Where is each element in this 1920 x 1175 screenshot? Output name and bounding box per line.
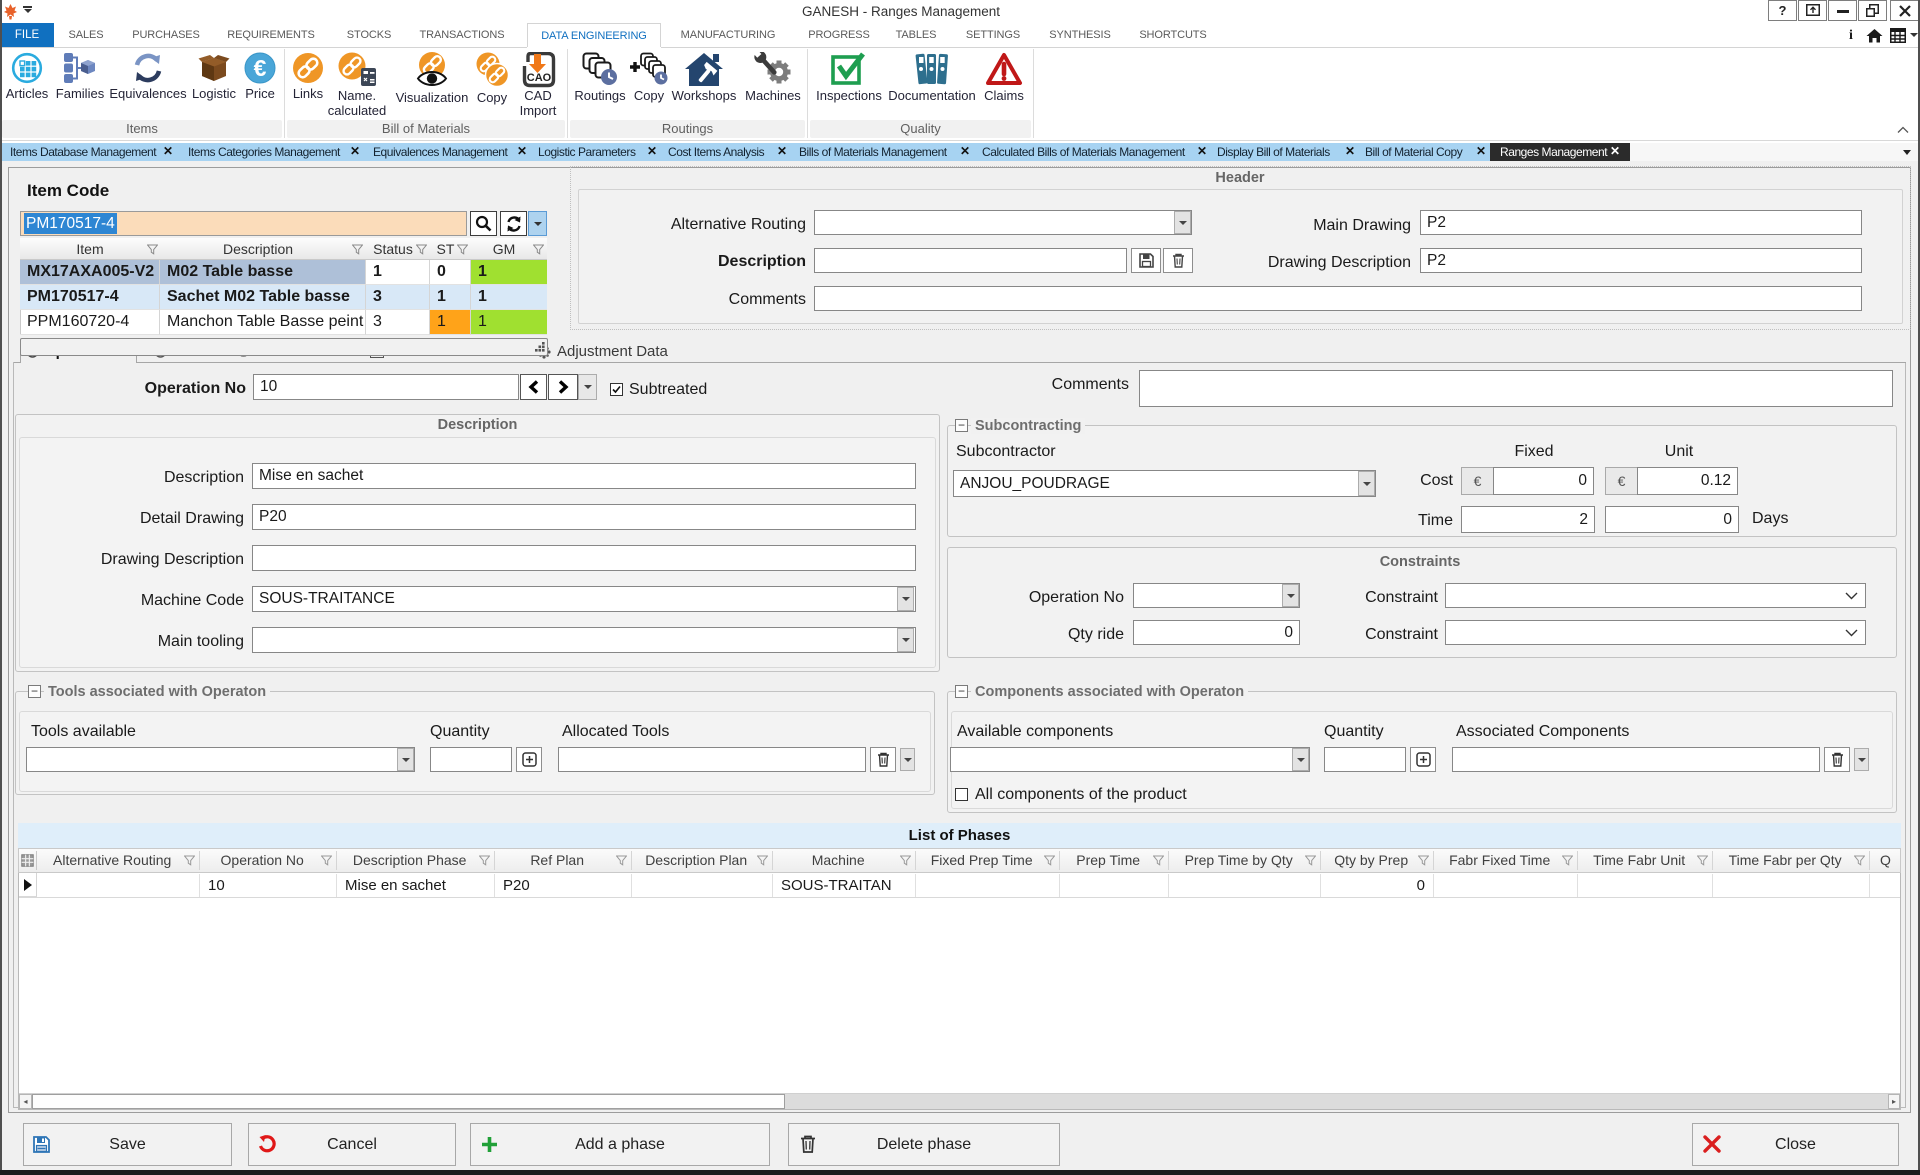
svg-text:CAO: CAO	[527, 72, 552, 84]
